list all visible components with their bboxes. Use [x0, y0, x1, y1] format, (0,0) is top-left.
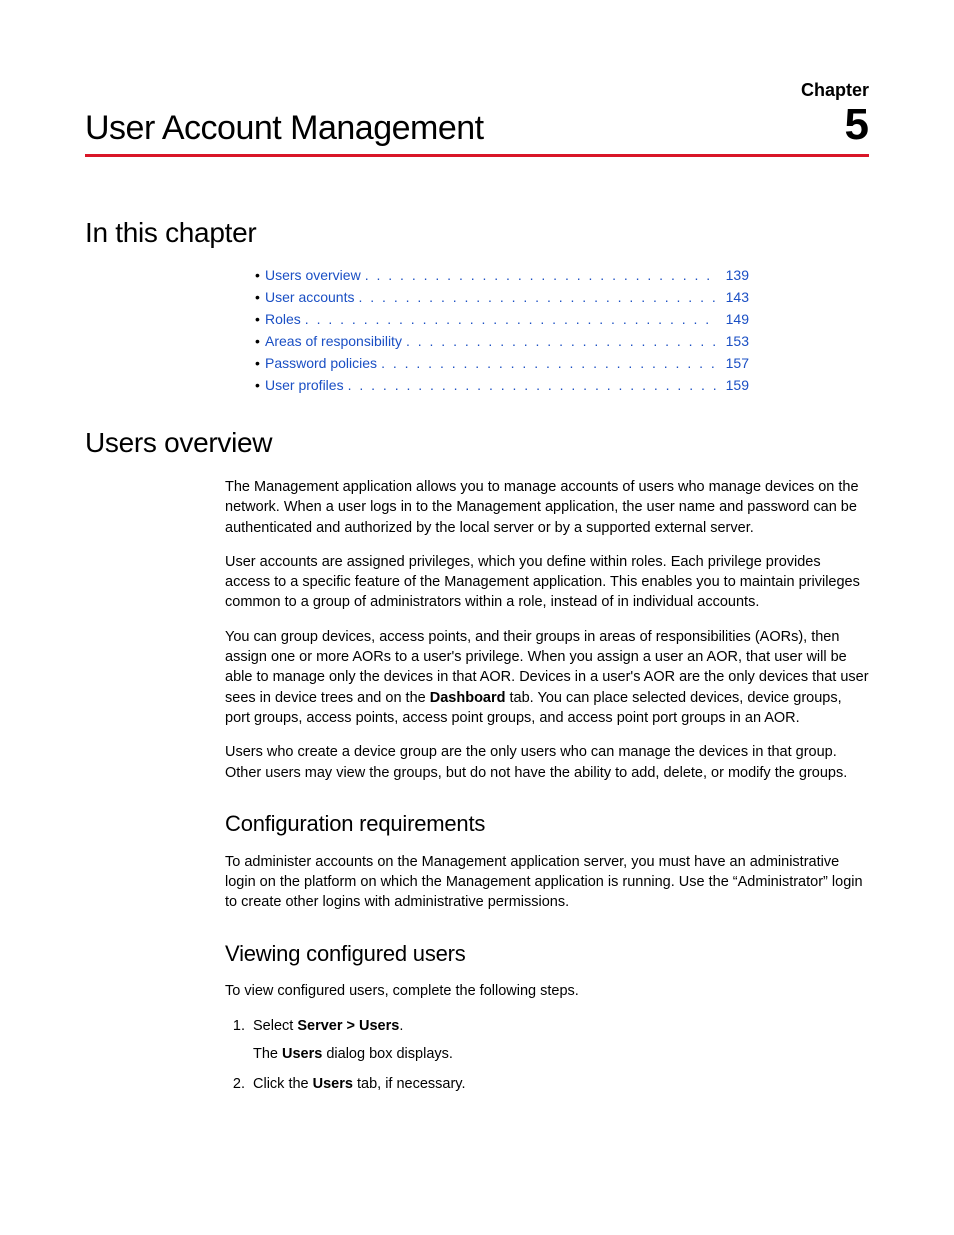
text-run: Select	[253, 1018, 297, 1034]
step-item: Select Server > Users. The Users dialog …	[249, 1016, 869, 1065]
chapter-title-row: User Account Management 5	[85, 103, 869, 157]
text-bold: Users	[313, 1076, 353, 1092]
page: Chapter User Account Management 5 In thi…	[0, 0, 954, 1235]
toc-item: • User profiles 159	[255, 377, 749, 393]
toc-link-aor[interactable]: Areas of responsibility	[265, 333, 402, 349]
toc-page[interactable]: 139	[717, 267, 749, 283]
toc-link-user-accounts[interactable]: User accounts	[265, 289, 354, 305]
paragraph: User accounts are assigned privileges, w…	[225, 552, 869, 613]
bullet-icon: •	[255, 333, 265, 349]
paragraph: The Management application allows you to…	[225, 477, 869, 538]
toc-page[interactable]: 143	[717, 289, 749, 305]
step-item: Click the Users tab, if necessary.	[249, 1074, 869, 1094]
chapter-header: Chapter User Account Management 5	[85, 80, 869, 157]
bullet-icon: •	[255, 377, 265, 393]
text-bold: Users	[282, 1046, 322, 1062]
text-run: dialog box displays.	[322, 1046, 453, 1062]
toc-item: • Password policies 157	[255, 355, 749, 371]
text-run: The	[253, 1046, 282, 1062]
toc-page[interactable]: 159	[717, 377, 749, 393]
text-run: tab, if necessary.	[353, 1076, 466, 1092]
text-bold: Server > Users	[297, 1018, 399, 1034]
text-bold: Dashboard	[430, 690, 506, 706]
toc-item: • Users overview 139	[255, 267, 749, 283]
toc-link-users-overview[interactable]: Users overview	[265, 267, 361, 283]
step-substep: The Users dialog box displays.	[253, 1044, 869, 1064]
toc-leader	[301, 311, 717, 327]
body-text: The Management application allows you to…	[225, 477, 869, 1095]
chapter-label: Chapter	[85, 80, 869, 101]
toc-page[interactable]: 153	[717, 333, 749, 349]
paragraph: Users who create a device group are the …	[225, 742, 869, 783]
paragraph: You can group devices, access points, an…	[225, 627, 869, 728]
toc-heading: In this chapter	[85, 217, 869, 249]
paragraph: To view configured users, complete the f…	[225, 981, 869, 1001]
toc-item: • User accounts 143	[255, 289, 749, 305]
toc-item: • Areas of responsibility 153	[255, 333, 749, 349]
toc-link-password-policies[interactable]: Password policies	[265, 355, 377, 371]
toc-page[interactable]: 157	[717, 355, 749, 371]
text-run: .	[399, 1018, 403, 1034]
toc-leader	[377, 355, 717, 371]
bullet-icon: •	[255, 267, 265, 283]
toc-link-user-profiles[interactable]: User profiles	[265, 377, 344, 393]
subhead-viewing-users: Viewing configured users	[225, 939, 869, 970]
toc-leader	[344, 377, 717, 393]
bullet-icon: •	[255, 289, 265, 305]
toc-leader	[402, 333, 717, 349]
paragraph: To administer accounts on the Management…	[225, 852, 869, 913]
toc-leader	[361, 267, 717, 283]
bullet-icon: •	[255, 355, 265, 371]
section-users-overview: Users overview	[85, 427, 869, 459]
steps-list: Select Server > Users. The Users dialog …	[225, 1016, 869, 1095]
subhead-config-req: Configuration requirements	[225, 809, 869, 840]
bullet-icon: •	[255, 311, 265, 327]
toc-leader	[354, 289, 717, 305]
chapter-number: 5	[845, 103, 869, 147]
toc-page[interactable]: 149	[717, 311, 749, 327]
chapter-title: User Account Management	[85, 109, 484, 148]
toc-link-roles[interactable]: Roles	[265, 311, 301, 327]
toc-item: • Roles 149	[255, 311, 749, 327]
toc: • Users overview 139 • User accounts 143…	[255, 267, 749, 393]
text-run: Click the	[253, 1076, 313, 1092]
